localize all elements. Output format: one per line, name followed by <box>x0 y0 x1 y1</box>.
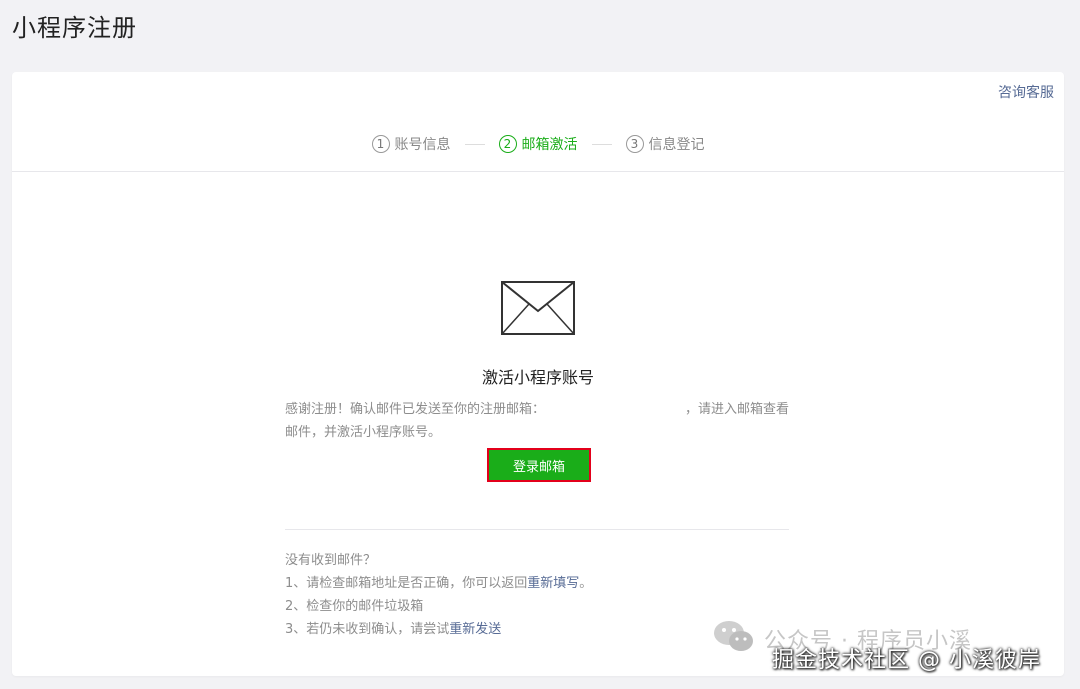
step-connector <box>464 143 485 145</box>
wechat-icon <box>712 618 756 660</box>
step-account-info: 1 账号信息 <box>371 134 451 154</box>
description-text: 感谢注册！确认邮件已发送至你的注册邮箱： <box>285 402 546 417</box>
step-label: 账号信息 <box>394 137 451 153</box>
help-item-text: 1、请检查邮箱地址是否正确，你可以返回 <box>285 576 528 591</box>
resend-link[interactable]: 重新发送 <box>449 622 501 637</box>
step-number: 2 <box>498 135 517 153</box>
header-divider <box>12 171 1064 172</box>
help-section: 没有收到邮件？ 1、请检查邮箱地址是否正确，你可以返回重新填写。 2、检查你的邮… <box>285 549 592 641</box>
step-label: 信息登记 <box>648 137 705 153</box>
step-number: 1 <box>371 135 390 153</box>
envelope-icon <box>501 281 575 339</box>
progress-stepper: 1 账号信息 2 邮箱激活 3 信息登记 <box>12 134 1064 154</box>
help-item-2: 2、检查你的邮件垃圾箱 <box>285 599 424 614</box>
activation-heading: 激活小程序账号 <box>481 368 594 387</box>
step-number: 3 <box>625 135 644 153</box>
help-title: 没有收到邮件？ <box>285 553 377 568</box>
watermark-juejin: 掘金技术社区 @ 小溪彼岸 <box>772 648 1041 673</box>
activation-description: 感谢注册！确认邮件已发送至你的注册邮箱： ，请进入邮箱查看邮件，并激活小程序账号。 <box>285 398 791 444</box>
step-email-activation: 2 邮箱激活 <box>498 134 578 154</box>
help-item-1: 1、请检查邮箱地址是否正确，你可以返回重新填写。 <box>285 572 592 595</box>
step-connector <box>591 143 612 145</box>
help-item-text: 3、若仍未收到确认，请尝试 <box>285 622 450 637</box>
help-item-3: 3、若仍未收到确认，请尝试重新发送 <box>285 618 592 641</box>
login-email-button[interactable]: 登录邮箱 <box>487 448 591 482</box>
step-label: 邮箱激活 <box>521 137 578 153</box>
consult-service-link[interactable]: 咨询客服 <box>998 82 1054 102</box>
page-title: 小程序注册 <box>12 14 137 42</box>
help-item-punctuation: 。 <box>579 576 593 591</box>
section-divider <box>285 529 789 530</box>
step-info-registration: 3 信息登记 <box>625 134 705 154</box>
refill-link[interactable]: 重新填写 <box>527 576 579 591</box>
registration-card: 咨询客服 1 账号信息 2 邮箱激活 3 信息登记 激活小程序账号 感谢注册！确… <box>12 72 1064 676</box>
